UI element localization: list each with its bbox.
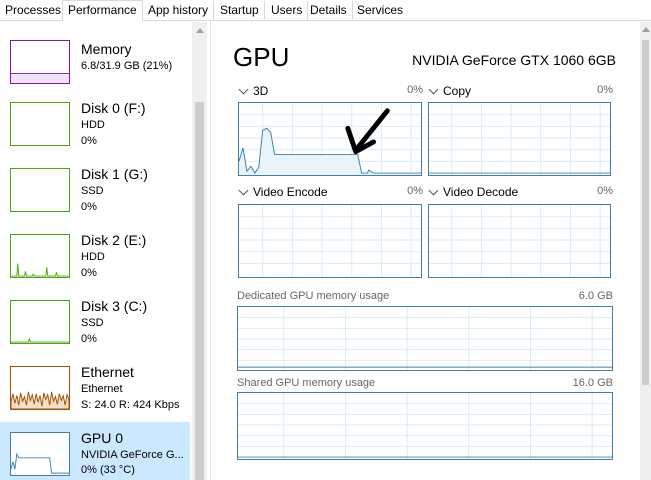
dedicated-memory-label: Dedicated GPU memory usage xyxy=(237,290,390,302)
tab-bar: Processes Performance App history Startu… xyxy=(0,0,651,22)
chevron-down-icon xyxy=(238,84,249,95)
sidebar-item-name: Disk 0 (F:) xyxy=(81,100,146,116)
scroll-up-arrow-icon[interactable] xyxy=(196,28,204,33)
sidebar-item-detail: HDD xyxy=(81,251,105,263)
sidebar-item-memory[interactable]: Memory 6.8/31.9 GB (21%) xyxy=(0,36,190,102)
shared-memory-value: 16.0 GB xyxy=(572,377,613,389)
dedicated-memory-value: 6.0 GB xyxy=(578,290,613,302)
sidebar-item-name: Disk 2 (E:) xyxy=(81,232,147,248)
sidebar-item-disk-1[interactable]: Disk 1 (G:) SSD 0% xyxy=(0,166,190,234)
engine-selector-video-decode[interactable]: Video Decode xyxy=(428,185,518,199)
disk-1-thumbnail-graph xyxy=(10,168,70,212)
engine-selector-copy[interactable]: Copy xyxy=(428,84,471,98)
sidebar-item-detail: SSD xyxy=(81,185,104,197)
engine-percent: 0% xyxy=(407,84,423,96)
disk-2-thumbnail-graph xyxy=(10,234,70,278)
tab-services[interactable]: Services xyxy=(352,1,408,21)
sidebar-item-name: GPU 0 xyxy=(81,430,124,446)
engine-label: Video Decode xyxy=(443,185,519,199)
sidebar-item-detail: 6.8/31.9 GB (21%) xyxy=(81,60,173,72)
sidebar-item-usage: 0% (33 °C) xyxy=(81,464,135,476)
sidebar-item-usage: 0% xyxy=(81,333,97,345)
tab-app-history[interactable]: App history xyxy=(143,1,215,21)
engine-label: Video Encode xyxy=(253,185,328,199)
chevron-down-icon xyxy=(428,84,439,95)
tab-startup[interactable]: Startup xyxy=(215,1,265,21)
gpu-0-thumbnail-graph xyxy=(10,432,70,476)
shared-memory-label: Shared GPU memory usage xyxy=(237,377,376,389)
engine-graph-video-decode xyxy=(428,204,611,278)
sidebar-item-name: Memory xyxy=(81,41,132,57)
page-title: GPU xyxy=(233,42,290,72)
pane-divider[interactable] xyxy=(210,22,211,480)
sidebar-item-name: Ethernet xyxy=(81,364,134,380)
engine-percent: 0% xyxy=(597,185,613,197)
engine-graph-video-encode xyxy=(238,204,422,278)
chevron-down-icon xyxy=(238,185,249,196)
main-scrollbar[interactable] xyxy=(640,22,651,480)
engine-selector-video-encode[interactable]: Video Encode xyxy=(238,185,328,199)
disk-3-thumbnail-graph xyxy=(10,300,70,344)
resource-sidebar: Memory 6.8/31.9 GB (21%) Disk 0 (F:) HDD… xyxy=(0,22,190,480)
sidebar-item-detail: HDD xyxy=(81,119,105,131)
sidebar-item-disk-0[interactable]: Disk 0 (F:) HDD 0% xyxy=(0,100,190,168)
engine-selector-3d[interactable]: 3D xyxy=(238,84,268,98)
tab-performance[interactable]: Performance xyxy=(62,0,143,22)
sidebar-item-name: Disk 1 (G:) xyxy=(81,166,148,182)
sidebar-item-detail: NVIDIA GeForce G... xyxy=(81,449,184,461)
gpu-detail-panel: GPU NVIDIA GeForce GTX 1060 6GB 3D 0% Co… xyxy=(214,22,639,480)
engine-percent: 0% xyxy=(597,84,613,96)
engine-graph-copy xyxy=(428,102,611,176)
sidebar-scroll-thumb[interactable] xyxy=(195,102,204,480)
sidebar-item-name: Disk 3 (C:) xyxy=(81,298,148,314)
ethernet-thumbnail-graph xyxy=(10,366,70,410)
sidebar-item-throughput: S: 24.0 R: 424 Kbps xyxy=(81,399,180,411)
main-scroll-thumb[interactable] xyxy=(642,40,649,385)
gpu-device-name: NVIDIA GeForce GTX 1060 6GB xyxy=(412,52,616,68)
dedicated-memory-graph xyxy=(237,306,613,371)
sidebar-item-gpu-0[interactable]: GPU 0 NVIDIA GeForce G... 0% (33 °C) xyxy=(0,422,190,480)
scroll-up-arrow-icon[interactable] xyxy=(642,27,650,32)
tab-users[interactable]: Users xyxy=(266,1,309,21)
sidebar-scrollbar[interactable] xyxy=(192,22,207,480)
sidebar-item-usage: 0% xyxy=(81,135,97,147)
disk-0-thumbnail-graph xyxy=(10,102,70,146)
chevron-down-icon xyxy=(428,185,439,196)
engine-label: Copy xyxy=(443,84,472,98)
sidebar-item-detail: Ethernet xyxy=(81,383,123,395)
memory-thumbnail-graph xyxy=(10,40,70,84)
tab-details[interactable]: Details xyxy=(305,1,353,21)
shared-memory-graph xyxy=(237,392,613,460)
engine-graph-3d xyxy=(238,102,422,176)
sidebar-item-disk-3[interactable]: Disk 3 (C:) SSD 0% xyxy=(0,298,190,366)
sidebar-item-disk-2[interactable]: Disk 2 (E:) HDD 0% xyxy=(0,232,190,300)
engine-label: 3D xyxy=(253,84,269,98)
engine-percent: 0% xyxy=(407,185,423,197)
tab-processes[interactable]: Processes xyxy=(0,1,68,21)
sidebar-item-usage: 0% xyxy=(81,267,97,279)
sidebar-item-detail: SSD xyxy=(81,317,104,329)
sidebar-item-usage: 0% xyxy=(81,201,97,213)
